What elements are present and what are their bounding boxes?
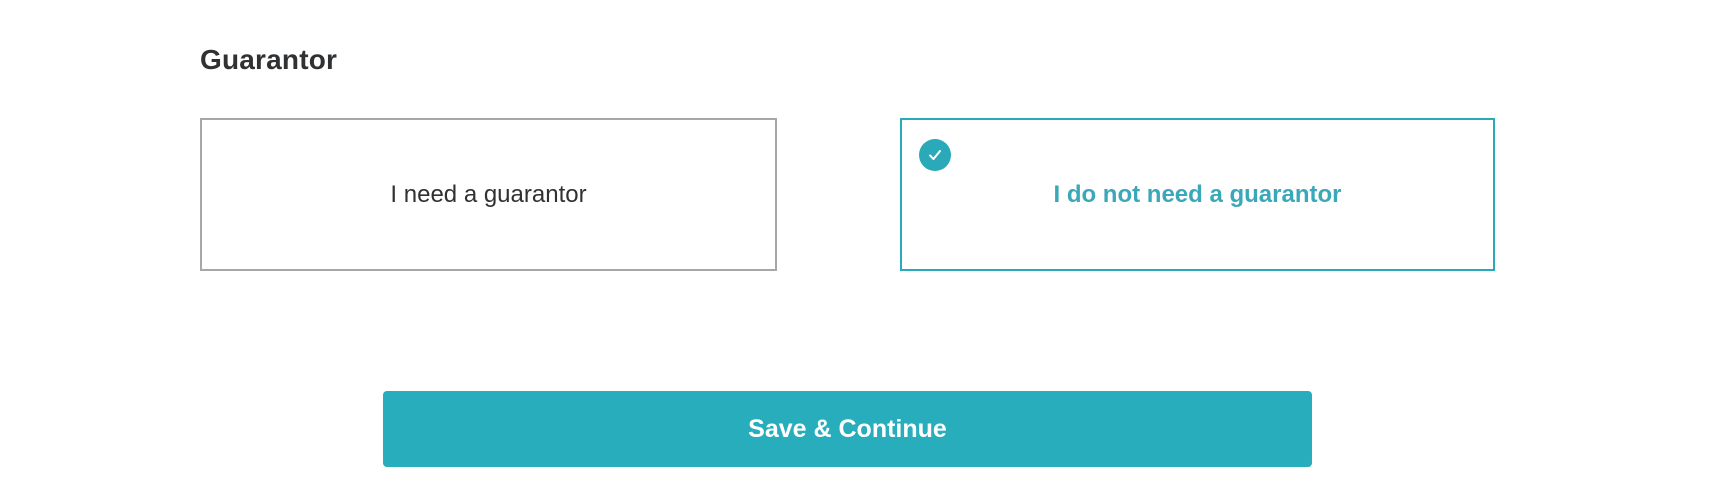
option-no-guarantor-label: I do not need a guarantor: [1053, 180, 1342, 208]
option-no-guarantor[interactable]: I do not need a guarantor: [900, 118, 1495, 271]
option-need-guarantor-label: I need a guarantor: [390, 180, 587, 208]
option-need-guarantor[interactable]: I need a guarantor: [200, 118, 777, 271]
section-title: Guarantor: [200, 44, 338, 75]
save-continue-button[interactable]: Save & Continue: [383, 391, 1312, 467]
guarantor-page: Guarantor I need a guarantor I do not ne…: [0, 0, 1720, 494]
checkmark-icon: [919, 139, 951, 171]
